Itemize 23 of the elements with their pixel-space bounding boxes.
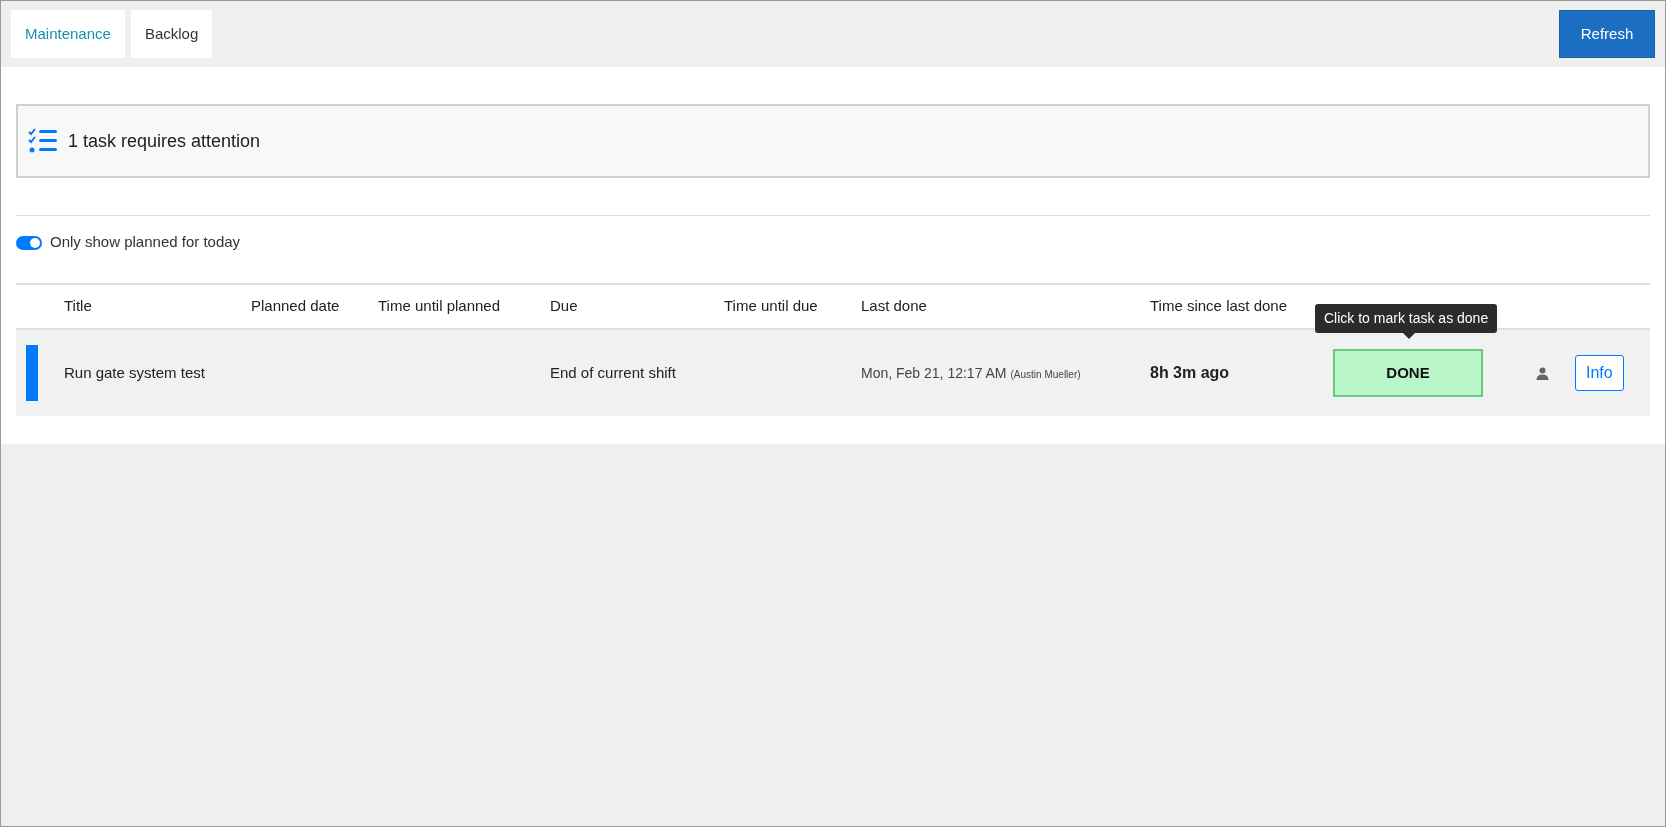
column-header: Time until due [724,296,819,317]
toggle-switch[interactable] [16,235,42,250]
tab[interactable]: Maintenance [11,10,125,58]
due-text: End of current shift [550,363,676,381]
checklist-icon [28,128,58,154]
tooltip-arrow [1403,333,1415,339]
user-name: (Austin Mueller) [1010,367,1081,382]
tab[interactable]: Backlog [130,10,213,58]
task-title: Run gate system test [64,363,205,381]
column-header: Due [550,296,579,317]
time-since-text: 8h 3m ago [1150,364,1230,381]
alert-text: 1 task requires attention [68,129,261,153]
done-button[interactable]: DONE [1333,349,1483,397]
tooltip: Click to mark task as done [1315,304,1498,333]
refresh-button[interactable]: Refresh [1559,10,1655,58]
column-header: Time until planned [378,296,501,317]
toggle-label: Only show planned for today [50,232,241,253]
column-header: Last done [861,296,928,317]
info-button[interactable]: Info [1575,355,1624,391]
person-icon[interactable] [1535,366,1549,380]
column-header: Title [64,296,93,317]
column-header: Planned date [251,296,341,317]
last-done-date: Mon, Feb 21, 12:17 AM [861,363,1007,383]
